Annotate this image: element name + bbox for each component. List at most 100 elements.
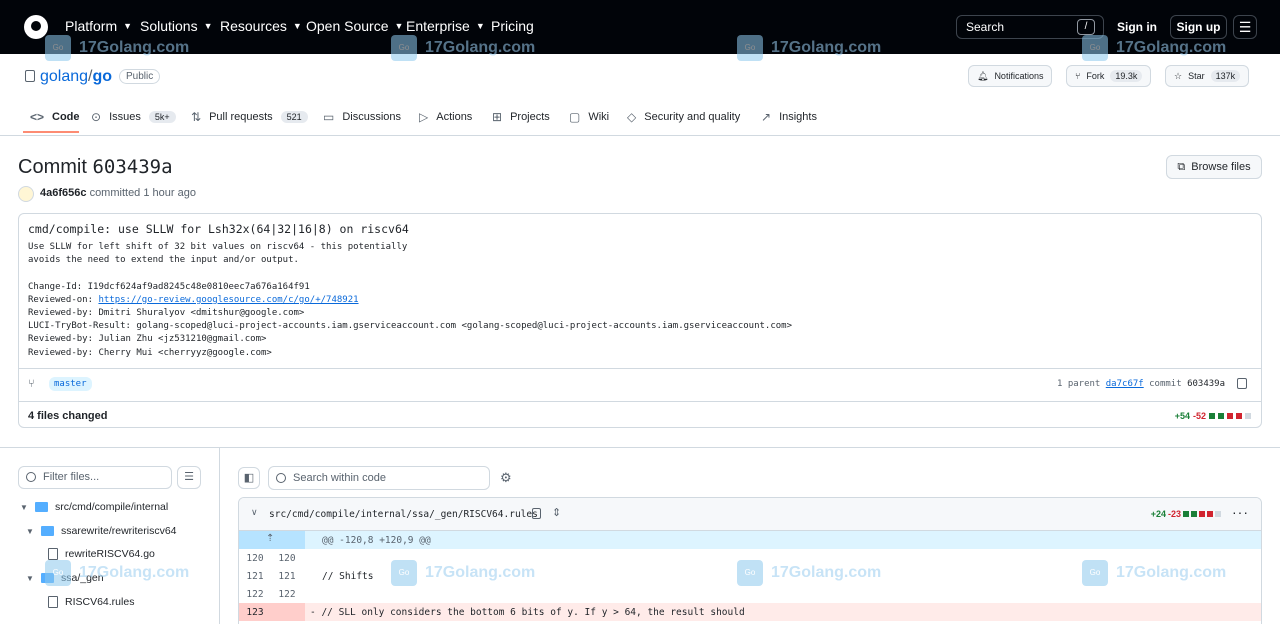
- author-link[interactable]: 4a6f656c: [40, 187, 87, 199]
- tab-code[interactable]: <> Code: [30, 110, 80, 124]
- tab-discussions[interactable]: ▭ Discussions: [323, 110, 401, 124]
- diffstat-block: [1245, 413, 1251, 419]
- repo-name-link[interactable]: go: [93, 68, 113, 85]
- tree-label: src/cmd/compile/internal: [55, 501, 169, 513]
- repo-owner-link[interactable]: golang: [40, 68, 88, 85]
- old-line-number[interactable]: 121: [241, 571, 269, 582]
- tree-folder[interactable]: ▼ ssa/_gen: [26, 572, 104, 584]
- fork-button[interactable]: ⑂ Fork 19.3k: [1066, 65, 1152, 87]
- nav-resources[interactable]: Resources ▼: [220, 18, 302, 34]
- chevron-down-icon: ▼: [203, 21, 213, 31]
- avatar[interactable]: [18, 186, 34, 202]
- commit-title: cmd/compile: use SLLW for Lsh32x(64|32|1…: [28, 222, 409, 236]
- diffstat-block: [1209, 413, 1215, 419]
- chevron-down-icon: ▼: [123, 21, 133, 31]
- graph-icon: ↗: [761, 110, 772, 124]
- diff-file-header: ∨ src/cmd/compile/internal/ssa/_gen/RISC…: [239, 498, 1261, 531]
- nav-platform[interactable]: Platform ▼: [65, 18, 132, 34]
- parent-info: 1 parent da7c67f commit 603439a: [1057, 379, 1225, 389]
- divider: [0, 447, 1280, 448]
- new-line-number[interactable]: 121: [273, 571, 301, 582]
- new-line-number[interactable]: 120: [273, 553, 301, 564]
- new-line-number[interactable]: 122: [273, 589, 301, 600]
- commit-message-box: cmd/compile: use SLLW for Lsh32x(64|32|1…: [18, 213, 1262, 428]
- tree-label: rewriteRISCV64.go: [65, 548, 155, 560]
- tab-pull-requests[interactable]: ⇅ Pull requests 521: [191, 110, 308, 124]
- pull-request-icon: ⇅: [191, 110, 202, 124]
- notifications-button[interactable]: 🔔︎ Notifications: [968, 65, 1053, 87]
- nav-solutions[interactable]: Solutions ▼: [140, 18, 213, 34]
- gear-icon[interactable]: ⚙: [500, 470, 512, 486]
- tree-folder[interactable]: ▼ src/cmd/compile/internal: [20, 501, 168, 513]
- tab-wiki[interactable]: ▢ Wiki: [569, 110, 609, 124]
- old-line-number[interactable]: 122: [241, 589, 269, 600]
- parent-sha-link[interactable]: da7c67f: [1106, 379, 1144, 389]
- nav-open-source[interactable]: Open Source ▼: [306, 18, 403, 34]
- search-icon: [276, 473, 286, 483]
- tab-insights[interactable]: ↗ Insights: [761, 110, 817, 124]
- commit-label: commit: [1149, 379, 1182, 389]
- old-line-number[interactable]: 120: [241, 553, 269, 564]
- filter-files-input[interactable]: Filter files...: [18, 466, 172, 489]
- github-logo-icon[interactable]: [24, 15, 48, 39]
- tab-label: Issues: [109, 111, 141, 123]
- copy-icon[interactable]: [532, 508, 541, 519]
- old-line-number[interactable]: 123: [241, 607, 269, 618]
- nav-pricing[interactable]: Pricing: [491, 18, 534, 34]
- tab-label: Wiki: [588, 111, 610, 123]
- file-code-icon: ⧉: [1177, 160, 1186, 173]
- file-icon: [48, 548, 58, 560]
- diffstat-block: [1183, 511, 1189, 517]
- filter-placeholder: Filter files...: [43, 471, 100, 483]
- copy-icon[interactable]: [1237, 378, 1247, 389]
- sign-up-button[interactable]: Sign up: [1170, 15, 1227, 39]
- global-search-button[interactable]: Search /: [956, 15, 1104, 39]
- tab-security[interactable]: ◇ Security and quality: [627, 110, 740, 124]
- tree-file[interactable]: RISCV64.rules: [48, 596, 134, 608]
- chevron-down-icon[interactable]: ∨: [251, 507, 258, 518]
- chevron-down-icon: ▼: [475, 21, 485, 31]
- tab-projects[interactable]: ⊞ Projects: [492, 110, 550, 124]
- tree-folder[interactable]: ▼ ssarewrite/rewriteriscv64: [26, 525, 177, 537]
- file-deletions: -23: [1167, 509, 1181, 519]
- code-line: - // SLL only considers the bottom 6 bit…: [310, 607, 745, 618]
- settings-sliders-icon[interactable]: ☰: [1233, 15, 1257, 39]
- nav-label: Solutions: [140, 18, 198, 34]
- divider: [19, 401, 1261, 402]
- files-changed-count: 4 files changed: [28, 410, 108, 422]
- browse-files-label: Browse files: [1191, 161, 1251, 173]
- tree-label: ssarewrite/rewriteriscv64: [61, 525, 177, 537]
- search-icon: [26, 472, 36, 482]
- tab-issues[interactable]: ⊙ Issues 5k+: [91, 110, 176, 124]
- reviewed-on-label: Reviewed-on:: [28, 294, 99, 305]
- expand-up-icon[interactable]: ⇡: [239, 531, 305, 549]
- shield-icon: ◇: [627, 110, 637, 124]
- code-search-input[interactable]: Search within code: [268, 466, 490, 490]
- expand-icon[interactable]: ⇕: [552, 506, 561, 519]
- diff-line: 120 120: [239, 549, 1261, 567]
- tab-actions[interactable]: ▷ Actions: [419, 110, 472, 124]
- branch-badge[interactable]: master: [49, 377, 92, 391]
- diffstat-block: [1218, 413, 1224, 419]
- sidebar-toggle-icon[interactable]: ◧: [238, 467, 260, 489]
- tab-label: Discussions: [342, 111, 402, 123]
- diff-file-path[interactable]: src/cmd/compile/internal/ssa/_gen/RISCV6…: [269, 509, 538, 520]
- nav-label: Open Source: [306, 18, 389, 34]
- additions-count: +54: [1174, 411, 1190, 421]
- review-link[interactable]: https://go-review.googlesource.com/c/go/…: [98, 295, 358, 305]
- fork-icon: ⑂: [1075, 71, 1081, 81]
- sign-in-button[interactable]: Sign in: [1111, 15, 1163, 39]
- divider: [219, 448, 220, 624]
- browse-files-button[interactable]: ⧉ Browse files: [1166, 155, 1262, 179]
- play-icon: ▷: [419, 110, 429, 124]
- repository-header: golang/go Public 🔔︎ Notifications ⑂ Fork 19…: [0, 54, 1280, 136]
- discussion-icon: ▭: [323, 110, 335, 124]
- star-button[interactable]: ☆ Star 137k: [1165, 65, 1250, 87]
- global-header: Platform ▼ Solutions ▼ Resources ▼ Open Sou…: [0, 0, 1280, 54]
- deletions-count: -52: [1192, 411, 1206, 421]
- kebab-menu-icon[interactable]: ···: [1232, 504, 1249, 520]
- filter-icon[interactable]: ☰: [177, 466, 201, 489]
- commit-sha: 603439a: [92, 156, 173, 178]
- tree-file[interactable]: rewriteRISCV64.go: [48, 548, 155, 560]
- nav-enterprise[interactable]: Enterprise ▼: [406, 18, 485, 34]
